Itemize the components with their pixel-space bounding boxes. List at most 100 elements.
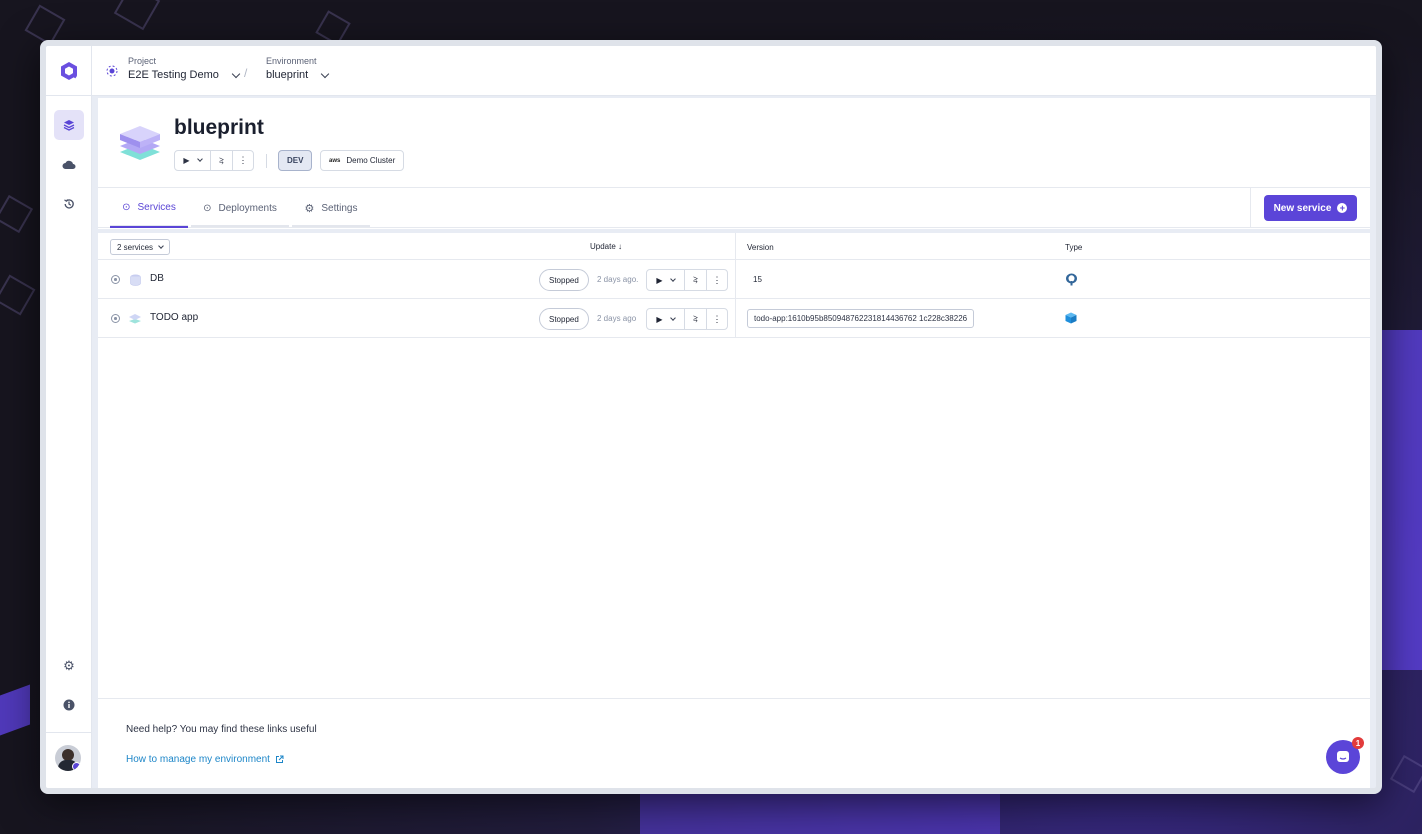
sidebar-item-settings[interactable]: ⚙: [54, 651, 84, 681]
status-badge: Stopped: [539, 308, 589, 330]
postgresql-icon: [1065, 273, 1078, 289]
help-footer: Need help? You may find these links usef…: [98, 698, 1370, 788]
chat-launcher-button[interactable]: 1: [1326, 737, 1364, 774]
environment-actions: ▶ ⥸ ⋮: [174, 150, 254, 171]
project-name: E2E Testing Demo: [128, 69, 219, 81]
tab-settings[interactable]: ⚙ Settings: [292, 188, 370, 228]
status-dot-icon: [111, 275, 120, 284]
environment-breadcrumb[interactable]: Environment blueprint: [266, 56, 330, 81]
layers-icon: [63, 120, 75, 131]
help-link[interactable]: How to manage my environment: [126, 754, 284, 765]
chevron-down-icon: [669, 275, 676, 282]
page-title: blueprint: [174, 116, 264, 139]
chevron-down-icon: [196, 156, 203, 162]
sidebar-item-clusters[interactable]: [54, 150, 84, 180]
notification-badge: 1: [1352, 737, 1364, 749]
type-header: Type: [1065, 243, 1083, 252]
container-icon: [1065, 312, 1077, 327]
main-content: blueprint ▶ ⥸ ⋮ DEV aws Demo Cluster ⊙ S…: [98, 98, 1370, 788]
environment-header: blueprint ▶ ⥸ ⋮ DEV aws Demo Cluster: [98, 98, 1370, 188]
logs-button[interactable]: ⥸: [211, 151, 233, 170]
plus-circle-icon: +: [1337, 203, 1348, 213]
logs-button[interactable]: ⥸: [685, 270, 707, 290]
tab-services[interactable]: ⊙ Services: [110, 188, 188, 228]
cloud-icon: [62, 160, 76, 169]
application-icon: [128, 313, 142, 327]
deploy-button[interactable]: ▶: [647, 270, 685, 290]
environment-name: blueprint: [266, 69, 309, 81]
more-actions-button[interactable]: ⋮: [233, 151, 253, 170]
new-service-label: New service: [1273, 202, 1332, 214]
environment-mode-badge: DEV: [278, 150, 313, 171]
status-badge: Stopped: [539, 269, 589, 291]
environment-label: Environment: [266, 56, 317, 66]
version-value: 15: [753, 275, 762, 284]
play-icon: ▶: [656, 314, 663, 324]
project-breadcrumb[interactable]: Project E2E Testing Demo: [128, 56, 241, 81]
tab-label: Deployments: [218, 202, 277, 214]
table-row[interactable]: TODO app Stopped 2 days ago ▶ ⥸ ⋮ todo-a…: [98, 299, 1370, 338]
new-service-container: New service +: [1250, 188, 1370, 228]
help-text: Need help? You may find these links usef…: [126, 724, 317, 735]
more-vertical-icon: ⋮: [712, 274, 722, 285]
cluster-badge[interactable]: aws Demo Cluster: [320, 150, 405, 171]
table-row[interactable]: DB Stopped 2 days ago. ▶ ⥸ ⋮ 15: [98, 260, 1370, 299]
chevron-down-icon: [320, 69, 330, 78]
service-name: DB: [150, 273, 164, 284]
updated-time: 2 days ago: [597, 314, 637, 323]
sidebar-item-environments[interactable]: [54, 110, 84, 140]
qovery-logo[interactable]: [46, 46, 92, 96]
more-vertical-icon: ⋮: [238, 155, 248, 165]
services-table-header: 2 services Update ↓ Version Type: [98, 233, 1370, 260]
status-dot-icon: [111, 314, 120, 323]
environment-logo-icon: [118, 122, 162, 171]
tab-deployments[interactable]: ⊙ Deployments: [191, 188, 289, 228]
help-link-label: How to manage my environment: [126, 754, 270, 765]
logs-icon: ⥸: [693, 314, 698, 323]
avatar[interactable]: [55, 745, 81, 771]
logs-icon: ⥸: [693, 275, 698, 284]
deploy-button[interactable]: ▶: [647, 309, 685, 329]
sidebar-item-history[interactable]: [54, 189, 84, 219]
header-divider: [266, 154, 267, 168]
info-icon: [63, 699, 75, 711]
more-actions-button[interactable]: ⋮: [707, 309, 727, 329]
service-actions: ▶ ⥸ ⋮: [646, 269, 728, 291]
play-icon: ▶: [656, 275, 663, 285]
new-service-button[interactable]: New service +: [1263, 195, 1358, 221]
gear-icon: ⚙: [304, 202, 315, 215]
version-commit[interactable]: todo-app:1610b95b850948762231814436762 1…: [747, 309, 975, 328]
more-vertical-icon: ⋮: [712, 313, 722, 324]
gear-icon: ⚙: [63, 658, 75, 673]
service-name: TODO app: [150, 312, 199, 323]
cluster-name: Demo Cluster: [346, 156, 396, 165]
service-actions: ▶ ⥸ ⋮: [646, 308, 728, 330]
logs-button[interactable]: ⥸: [685, 309, 707, 329]
chevron-down-icon: [231, 69, 241, 78]
services-count-label: 2 services: [117, 242, 154, 252]
version-header: Version: [747, 243, 774, 252]
target-icon: ⊙: [203, 202, 212, 214]
project-icon: [106, 64, 118, 82]
sidebar: ⚙: [46, 96, 92, 788]
play-icon: ▶: [183, 156, 190, 165]
tab-bar: ⊙ Services ⊙ Deployments ⚙ Settings New …: [98, 188, 1370, 228]
chat-icon: [1337, 751, 1349, 762]
sort-update-header[interactable]: Update ↓: [590, 242, 622, 251]
sidebar-divider: [46, 732, 91, 733]
breadcrumb-separator: /: [244, 66, 248, 80]
project-label: Project: [128, 56, 157, 66]
more-actions-button[interactable]: ⋮: [707, 270, 727, 290]
tab-label: Services: [137, 201, 176, 213]
database-icon: [130, 274, 141, 289]
deploy-button[interactable]: ▶: [175, 151, 211, 170]
sidebar-item-info[interactable]: [54, 690, 84, 720]
chevron-down-icon: [669, 314, 676, 321]
services-count-select[interactable]: 2 services: [110, 239, 171, 255]
app-window: Project E2E Testing Demo / Environment b…: [40, 40, 1382, 794]
target-icon: ⊙: [122, 201, 131, 213]
aws-icon: aws: [329, 157, 341, 164]
updated-time: 2 days ago.: [597, 275, 639, 284]
history-icon: [64, 199, 74, 209]
external-link-icon: [275, 755, 284, 763]
